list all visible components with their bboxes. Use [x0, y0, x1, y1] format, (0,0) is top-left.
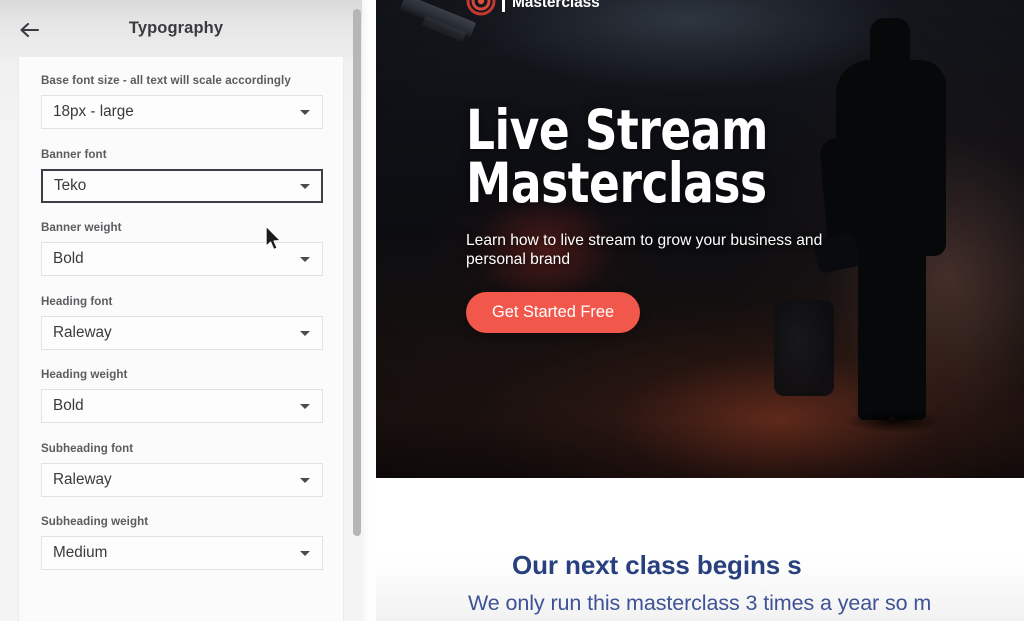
settings-field: Subheading weight Medium — [41, 515, 323, 570]
target-rings-icon — [466, 0, 496, 18]
get-started-button[interactable]: Get Started Free — [466, 291, 641, 333]
chevron-down-icon — [300, 404, 310, 409]
field-label: Banner font — [41, 147, 107, 161]
settings-field: Subheading font Raleway — [41, 442, 323, 497]
select-value: Raleway — [53, 323, 112, 341]
site-logo[interactable]: Masterclass — [466, 0, 600, 18]
settings-field: Base font size - all text will scale acc… — [41, 74, 323, 129]
select-value: Teko — [54, 176, 87, 194]
select-value: Raleway — [53, 470, 112, 488]
select-subheading-font[interactable]: Raleway — [41, 462, 323, 497]
select-heading-weight[interactable]: Bold — [41, 389, 323, 423]
select-value: 18px - large — [53, 103, 134, 120]
field-label: Heading font — [41, 294, 113, 308]
app-screen: Base font size - all text will scale acc… — [0, 0, 1024, 621]
logo-separator — [502, 0, 505, 12]
panel-edge-divider — [362, 0, 376, 621]
settings-card: Base font size - all text will scale acc… — [18, 57, 344, 621]
settings-field: Banner font Teko — [41, 148, 323, 203]
field-label: Heading weight — [41, 368, 128, 381]
section-body-text: We only run this masterclass 3 times a y… — [468, 591, 932, 615]
logo-text: Masterclass — [512, 0, 600, 11]
select-value: Bold — [53, 250, 84, 267]
hero-content: Live Stream Masterclass Learn how to liv… — [466, 98, 896, 333]
field-label: Banner weight — [41, 221, 122, 234]
site-preview: Masterclass Live Stream Masterclass Lear… — [376, 0, 1024, 621]
chevron-down-icon — [300, 551, 310, 556]
chevron-down-icon — [300, 183, 310, 189]
select-banner-weight[interactable]: Bold — [41, 242, 323, 276]
select-value: Bold — [53, 397, 84, 414]
panel-header: Typography — [0, 0, 362, 57]
chevron-down-icon — [300, 257, 310, 262]
typography-settings-panel: Base font size - all text will scale acc… — [0, 0, 362, 621]
select-value: Medium — [53, 544, 108, 561]
select-subheading-weight[interactable]: Medium — [41, 536, 323, 570]
select-heading-font[interactable]: Raleway — [41, 315, 323, 350]
chevron-down-icon — [300, 330, 310, 336]
hero-banner: Masterclass Live Stream Masterclass Lear… — [376, 0, 1024, 478]
hero-subtitle: Learn how to live stream to grow your bu… — [466, 231, 823, 269]
page-title: Typography — [128, 19, 224, 37]
section-heading: Our next class begins s — [512, 550, 802, 580]
hero-title: Live Stream Masterclass — [466, 98, 768, 216]
settings-field: Heading font Raleway — [41, 295, 323, 350]
settings-field-list: Base font size - all text will scale acc… — [19, 57, 343, 589]
field-label: Subheading font — [41, 441, 134, 455]
select-base-font-size-all-text-will-scale-accordingly[interactable]: 18px - large — [41, 95, 323, 129]
field-label: Subheading weight — [41, 515, 149, 528]
chevron-down-icon — [300, 477, 310, 483]
field-label: Base font size - all text will scale acc… — [41, 74, 291, 87]
next-class-section: Our next class begins s We only run this… — [376, 478, 1024, 621]
chevron-down-icon — [300, 110, 310, 115]
scrollbar-thumb[interactable] — [353, 9, 361, 536]
select-banner-font[interactable]: Teko — [41, 168, 323, 203]
settings-field: Heading weight Bold — [41, 368, 323, 423]
settings-field: Banner weight Bold — [41, 221, 323, 276]
